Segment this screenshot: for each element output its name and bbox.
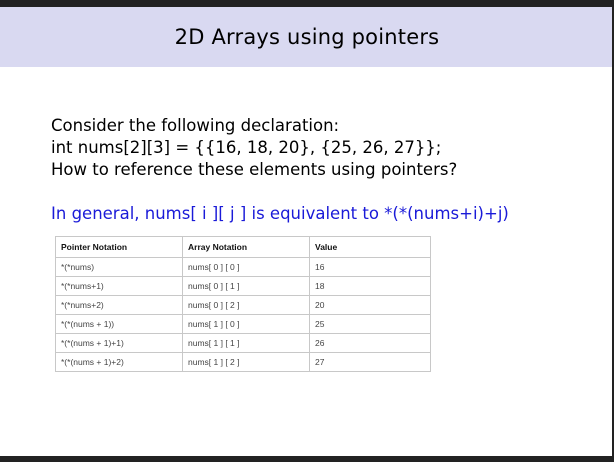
header-pointer-notation: Pointer Notation [55,236,183,258]
cell-pointer: *(*(nums + 1)+1) [55,333,183,353]
body-line-intro: Consider the following declaration: [51,116,340,135]
header-array-notation: Array Notation [182,236,310,258]
top-frame-border [0,0,614,7]
cell-pointer: *(*nums+1) [55,276,183,296]
cell-value: 20 [309,295,431,315]
cell-pointer: *(*(nums + 1)) [55,314,183,334]
cell-array: nums[ 1 ] [ 0 ] [182,314,310,334]
slide-title: 2D Arrays using pointers [174,25,440,49]
cell-pointer: *(*(nums + 1)+2) [55,352,183,372]
table-row: *(*nums) nums[ 0 ] [ 0 ] 16 [55,257,431,277]
cell-array: nums[ 0 ] [ 1 ] [182,276,310,296]
cell-array: nums[ 0 ] [ 2 ] [182,295,310,315]
cell-value: 25 [309,314,431,334]
table-row: *(*(nums + 1)+1) nums[ 1 ] [ 1 ] 26 [55,333,431,353]
table-row: *(*nums+1) nums[ 0 ] [ 1 ] 18 [55,276,431,296]
cell-pointer: *(*nums+2) [55,295,183,315]
body-line-declaration: int nums[2][3] = {{16, 18, 20}, {25, 26,… [51,138,442,157]
cell-value: 27 [309,352,431,372]
cell-array: nums[ 1 ] [ 1 ] [182,333,310,353]
table-row: *(*nums+2) nums[ 0 ] [ 2 ] 20 [55,295,431,315]
body-line-question: How to reference these elements using po… [51,160,458,179]
cell-value: 16 [309,257,431,277]
cell-value: 18 [309,276,431,296]
table-header-row: Pointer Notation Array Notation Value [55,236,431,258]
pointer-notation-table: Pointer Notation Array Notation Value *(… [55,236,431,372]
slide-body: Consider the following declaration: int … [51,115,457,181]
cell-pointer: *(*nums) [55,257,183,277]
general-rule-text: In general, nums[ i ][ j ] is equivalent… [51,204,509,223]
cell-array: nums[ 1 ] [ 2 ] [182,352,310,372]
table-row: *(*(nums + 1)+2) nums[ 1 ] [ 2 ] 27 [55,352,431,372]
cell-array: nums[ 0 ] [ 0 ] [182,257,310,277]
header-value: Value [309,236,431,258]
cell-value: 26 [309,333,431,353]
bottom-frame-border [0,456,614,462]
table-row: *(*(nums + 1)) nums[ 1 ] [ 0 ] 25 [55,314,431,334]
